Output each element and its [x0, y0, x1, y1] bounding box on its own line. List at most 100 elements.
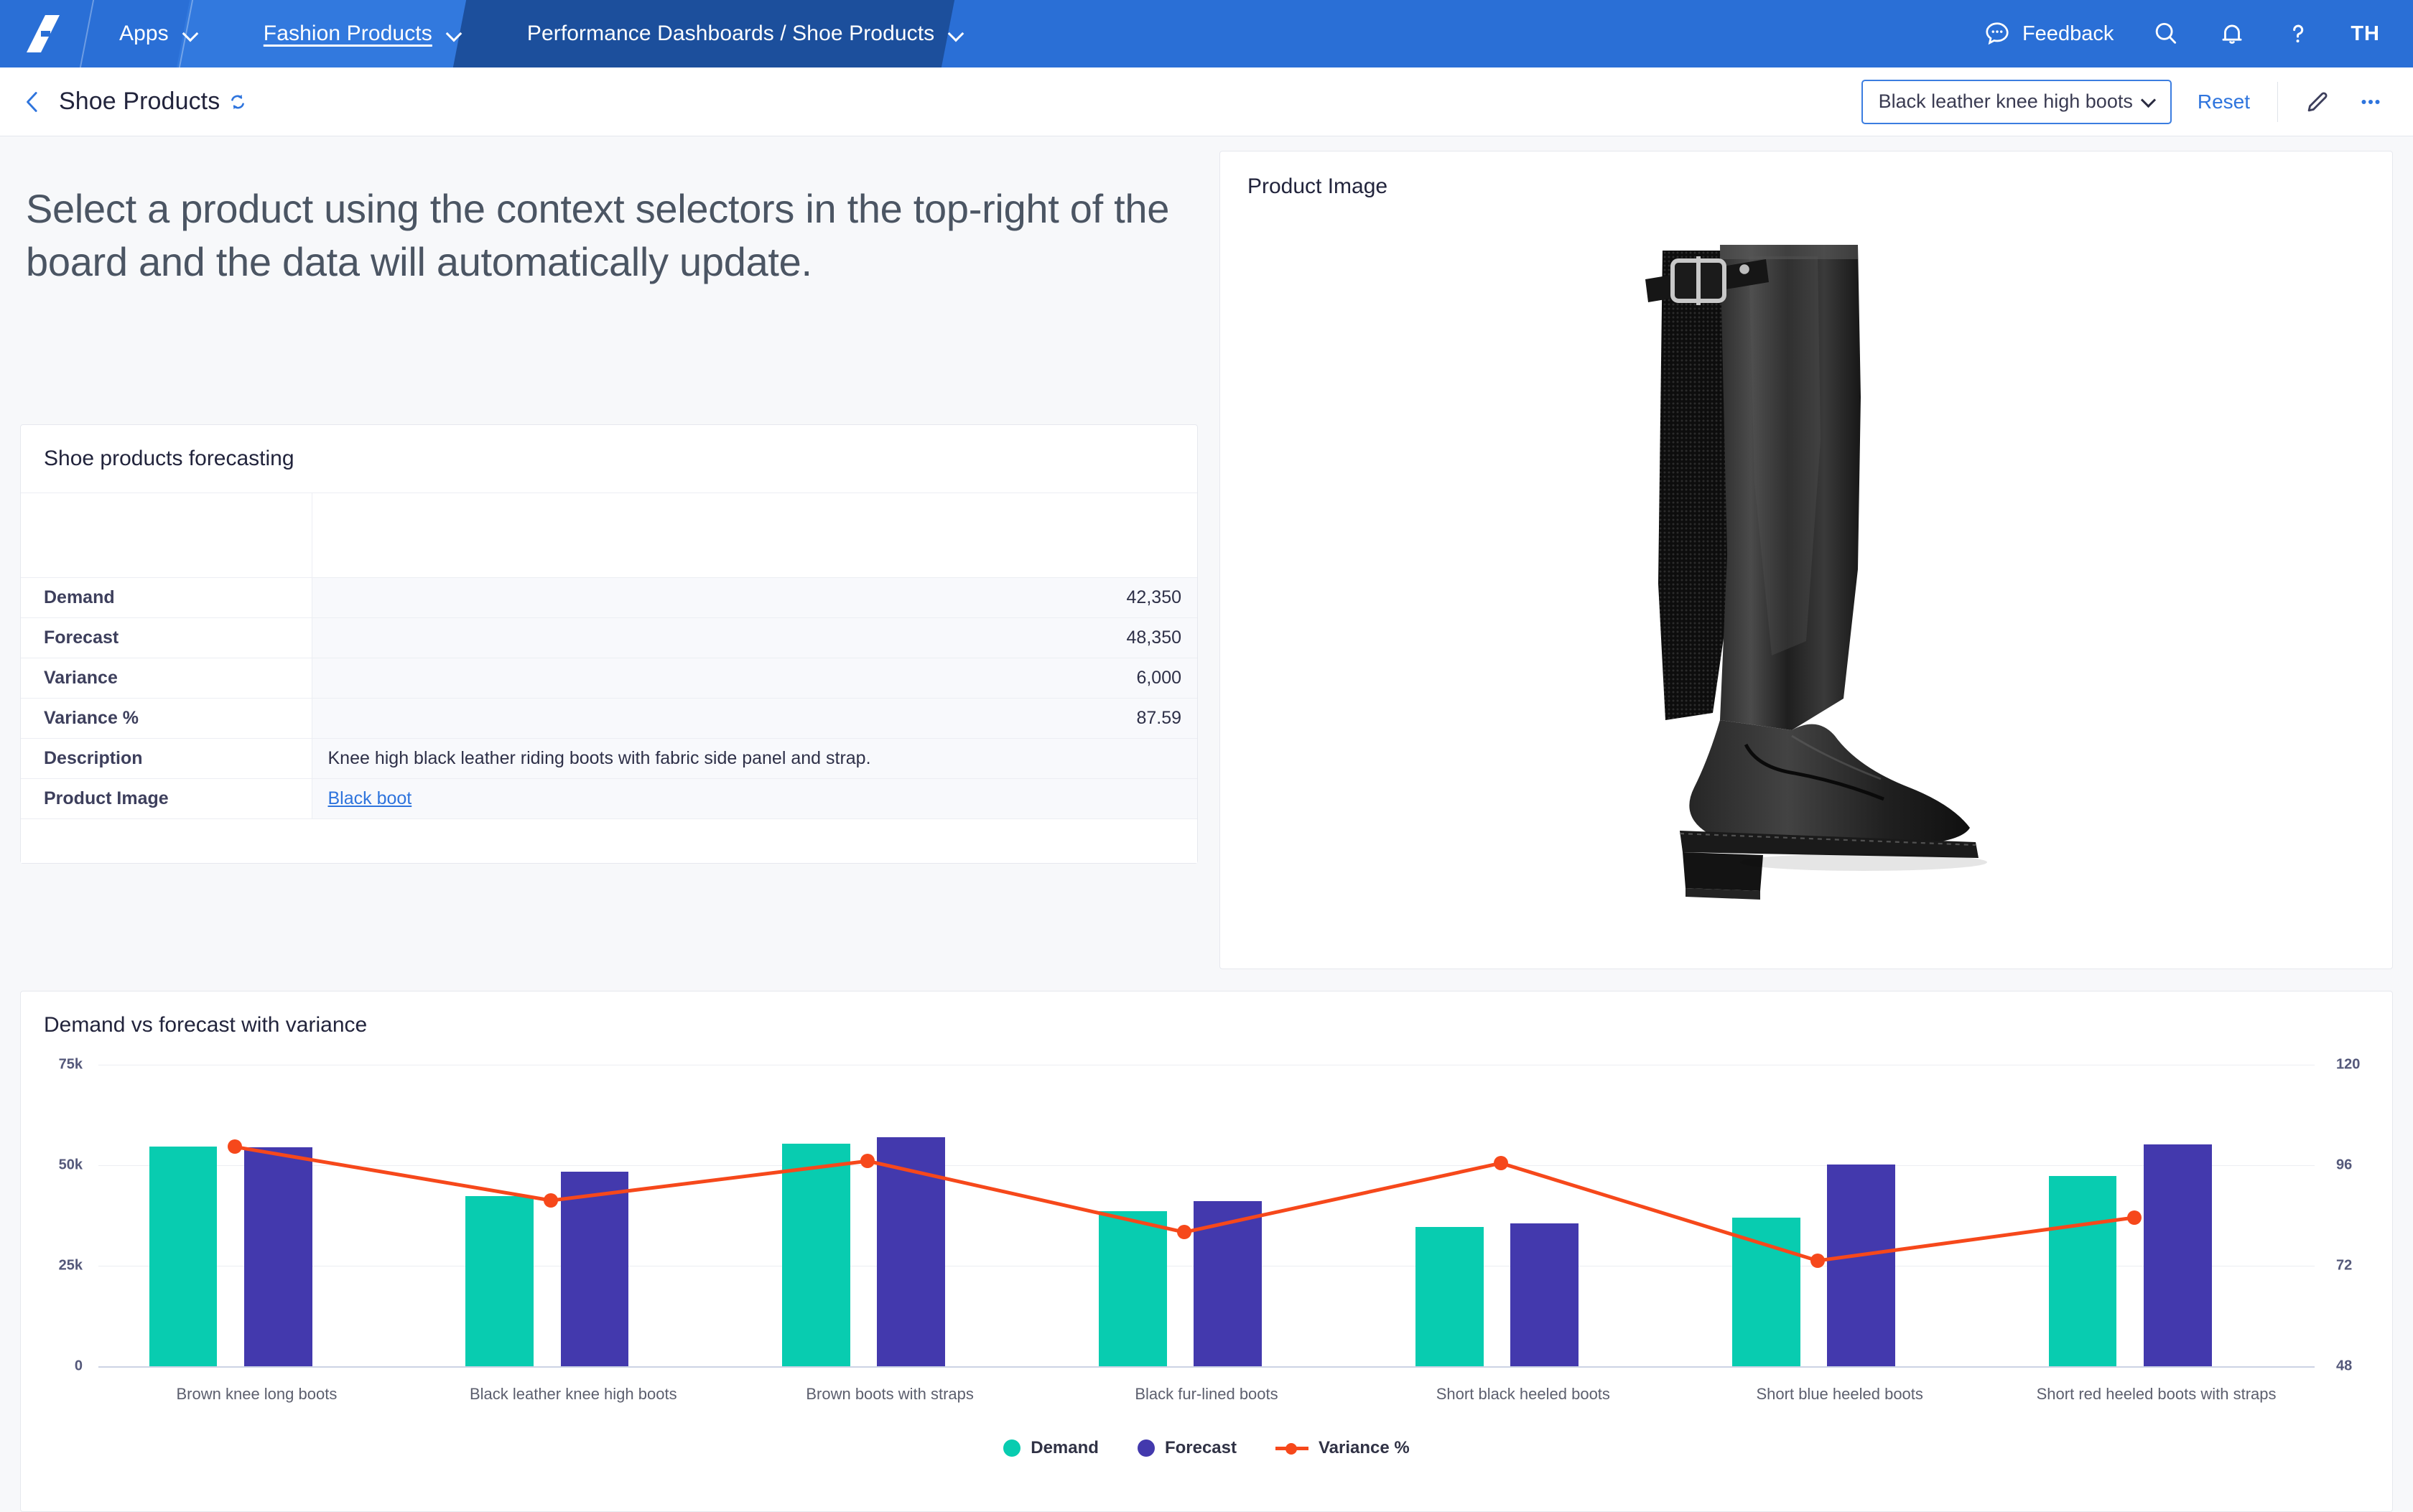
chart-card: Demand vs forecast with variance 025k50k…	[20, 991, 2393, 1512]
product-image-container	[1220, 199, 2392, 969]
question-mark-icon	[2284, 20, 2312, 47]
search-icon	[2152, 20, 2180, 47]
legend-label-variance: Variance %	[1319, 1438, 1410, 1458]
legend-swatch-variance	[1275, 1439, 1308, 1457]
y2-axis-tick-label: 96	[2336, 1157, 2352, 1173]
legend-label-demand: Demand	[1031, 1438, 1099, 1458]
forecast-table: Demand 42,350 Forecast 48,350 Variance 6…	[21, 493, 1197, 818]
left-column: Select a product using the context selec…	[20, 151, 1198, 864]
more-options-button[interactable]	[2357, 88, 2384, 116]
top-nav-left: Apps Fashion Products Performance Dashbo…	[0, 0, 996, 67]
table-row: Variance 6,000	[21, 658, 1197, 698]
row-label: Product Image	[21, 778, 312, 818]
table-row-header-blank	[21, 493, 1197, 577]
chevron-down-icon	[949, 27, 963, 41]
product-image-link[interactable]: Black boot	[328, 788, 412, 808]
y-axis-tick-label: 0	[75, 1358, 83, 1375]
row-value: Black boot	[312, 778, 1197, 818]
x-axis-tick-label: Short red heeled boots with straps	[2037, 1385, 2277, 1404]
forecast-table-footer	[21, 818, 1197, 863]
legend-item-variance[interactable]: Variance %	[1275, 1438, 1410, 1458]
row-label: Demand	[21, 577, 312, 617]
y-axis-tick-label: 50k	[59, 1157, 83, 1173]
context-selector-value: Black leather knee high boots	[1879, 90, 2133, 113]
chevron-down-icon	[2143, 96, 2154, 108]
product-image-card: Product Image	[1219, 151, 2393, 969]
board-toolbar-right: Black leather knee high boots Reset	[1861, 80, 2384, 124]
anaplan-logo-icon	[27, 15, 60, 52]
feedback-label: Feedback	[2022, 22, 2114, 46]
row-value: 6,000	[312, 658, 1197, 698]
forecast-card: Shoe products forecasting Demand 42,350	[20, 424, 1198, 864]
avatar[interactable]: TH	[2351, 22, 2380, 46]
legend-item-demand[interactable]: Demand	[1003, 1438, 1099, 1458]
breadcrumb-label: Performance Dashboards / Shoe Products	[527, 22, 934, 46]
board-content: Select a product using the context selec…	[0, 136, 2413, 1512]
x-axis-tick-label: Black fur-lined boots	[1135, 1385, 1278, 1404]
feedback-button[interactable]: Feedback	[1984, 20, 2114, 47]
x-axis-tick-label: Short blue heeled boots	[1757, 1385, 1923, 1404]
edit-button[interactable]	[2304, 88, 2331, 116]
context-selector-product[interactable]: Black leather knee high boots	[1861, 80, 2172, 124]
apps-menu[interactable]: Apps	[86, 0, 231, 67]
top-nav-right: Feedback TH	[1984, 0, 2413, 67]
legend-swatch-forecast	[1138, 1439, 1155, 1457]
chevron-down-icon	[447, 27, 461, 41]
refresh-icon[interactable]	[228, 93, 247, 111]
pencil-icon	[2304, 88, 2331, 116]
row-value: 87.59	[312, 698, 1197, 738]
x-axis-tick-label: Brown boots with straps	[806, 1385, 974, 1404]
legend-item-forecast[interactable]: Forecast	[1138, 1438, 1237, 1458]
x-axis-tick-label: Black leather knee high boots	[470, 1385, 677, 1404]
search-button[interactable]	[2152, 20, 2180, 47]
content-row-top: Select a product using the context selec…	[20, 151, 2393, 969]
variance-data-point[interactable]	[544, 1193, 558, 1208]
y2-axis-tick-label: 48	[2336, 1358, 2352, 1375]
row-value: 42,350	[312, 577, 1197, 617]
table-row: Demand 42,350	[21, 577, 1197, 617]
reset-button[interactable]: Reset	[2198, 90, 2250, 113]
variance-data-point[interactable]	[860, 1154, 875, 1168]
x-axis-tick-label: Brown knee long boots	[177, 1385, 338, 1404]
variance-data-point[interactable]	[2127, 1210, 2142, 1225]
variance-data-point[interactable]	[1810, 1254, 1825, 1268]
chevron-left-icon[interactable]	[19, 88, 47, 116]
workspace-menu-label: Fashion Products	[264, 22, 432, 46]
legend-swatch-demand	[1003, 1439, 1020, 1457]
chart-gridline	[98, 1366, 2315, 1368]
help-button[interactable]	[2284, 20, 2312, 47]
board-toolbar: Shoe Products Black leather knee high bo…	[0, 67, 2413, 136]
table-row: Description Knee high black leather ridi…	[21, 738, 1197, 778]
row-value: 48,350	[312, 617, 1197, 658]
row-label: Variance %	[21, 698, 312, 738]
chart-title: Demand vs forecast with variance	[21, 991, 2392, 1037]
right-column: Product Image	[1219, 151, 2393, 969]
row-value: Knee high black leather riding boots wit…	[312, 738, 1197, 778]
variance-data-point[interactable]	[1177, 1225, 1191, 1239]
y-axis-tick-label: 25k	[59, 1257, 83, 1274]
table-row: Forecast 48,350	[21, 617, 1197, 658]
notifications-button[interactable]	[2218, 20, 2246, 47]
table-cell-blank-value	[312, 493, 1197, 577]
legend-label-forecast: Forecast	[1165, 1438, 1237, 1458]
table-row: Product Image Black boot	[21, 778, 1197, 818]
row-label: Variance	[21, 658, 312, 698]
table-row: Variance % 87.59	[21, 698, 1197, 738]
forecast-card-title: Shoe products forecasting	[21, 425, 1197, 493]
table-cell-blank-label	[21, 493, 312, 577]
row-label: Description	[21, 738, 312, 778]
chart-plot: 025k50k75k487296120Brown knee long boots…	[98, 1065, 2315, 1366]
top-navigation-bar: Apps Fashion Products Performance Dashbo…	[0, 0, 2413, 67]
workspace-menu[interactable]: Fashion Products	[231, 0, 494, 67]
chart-legend: Demand Forecast Variance %	[21, 1438, 2392, 1458]
variance-data-point[interactable]	[1494, 1156, 1508, 1170]
variance-data-point[interactable]	[228, 1139, 242, 1154]
breadcrumb-menu[interactable]: Performance Dashboards / Shoe Products	[494, 0, 996, 67]
app-logo[interactable]	[0, 0, 86, 67]
x-axis-tick-label: Short black heeled boots	[1436, 1385, 1610, 1404]
y-axis-tick-label: 75k	[59, 1057, 83, 1073]
chat-bubble-icon	[1984, 20, 2011, 47]
chart-area: 025k50k75k487296120Brown knee long boots…	[21, 1050, 2392, 1495]
page-title: Shoe Products	[59, 88, 220, 116]
ellipsis-icon	[2357, 88, 2384, 116]
